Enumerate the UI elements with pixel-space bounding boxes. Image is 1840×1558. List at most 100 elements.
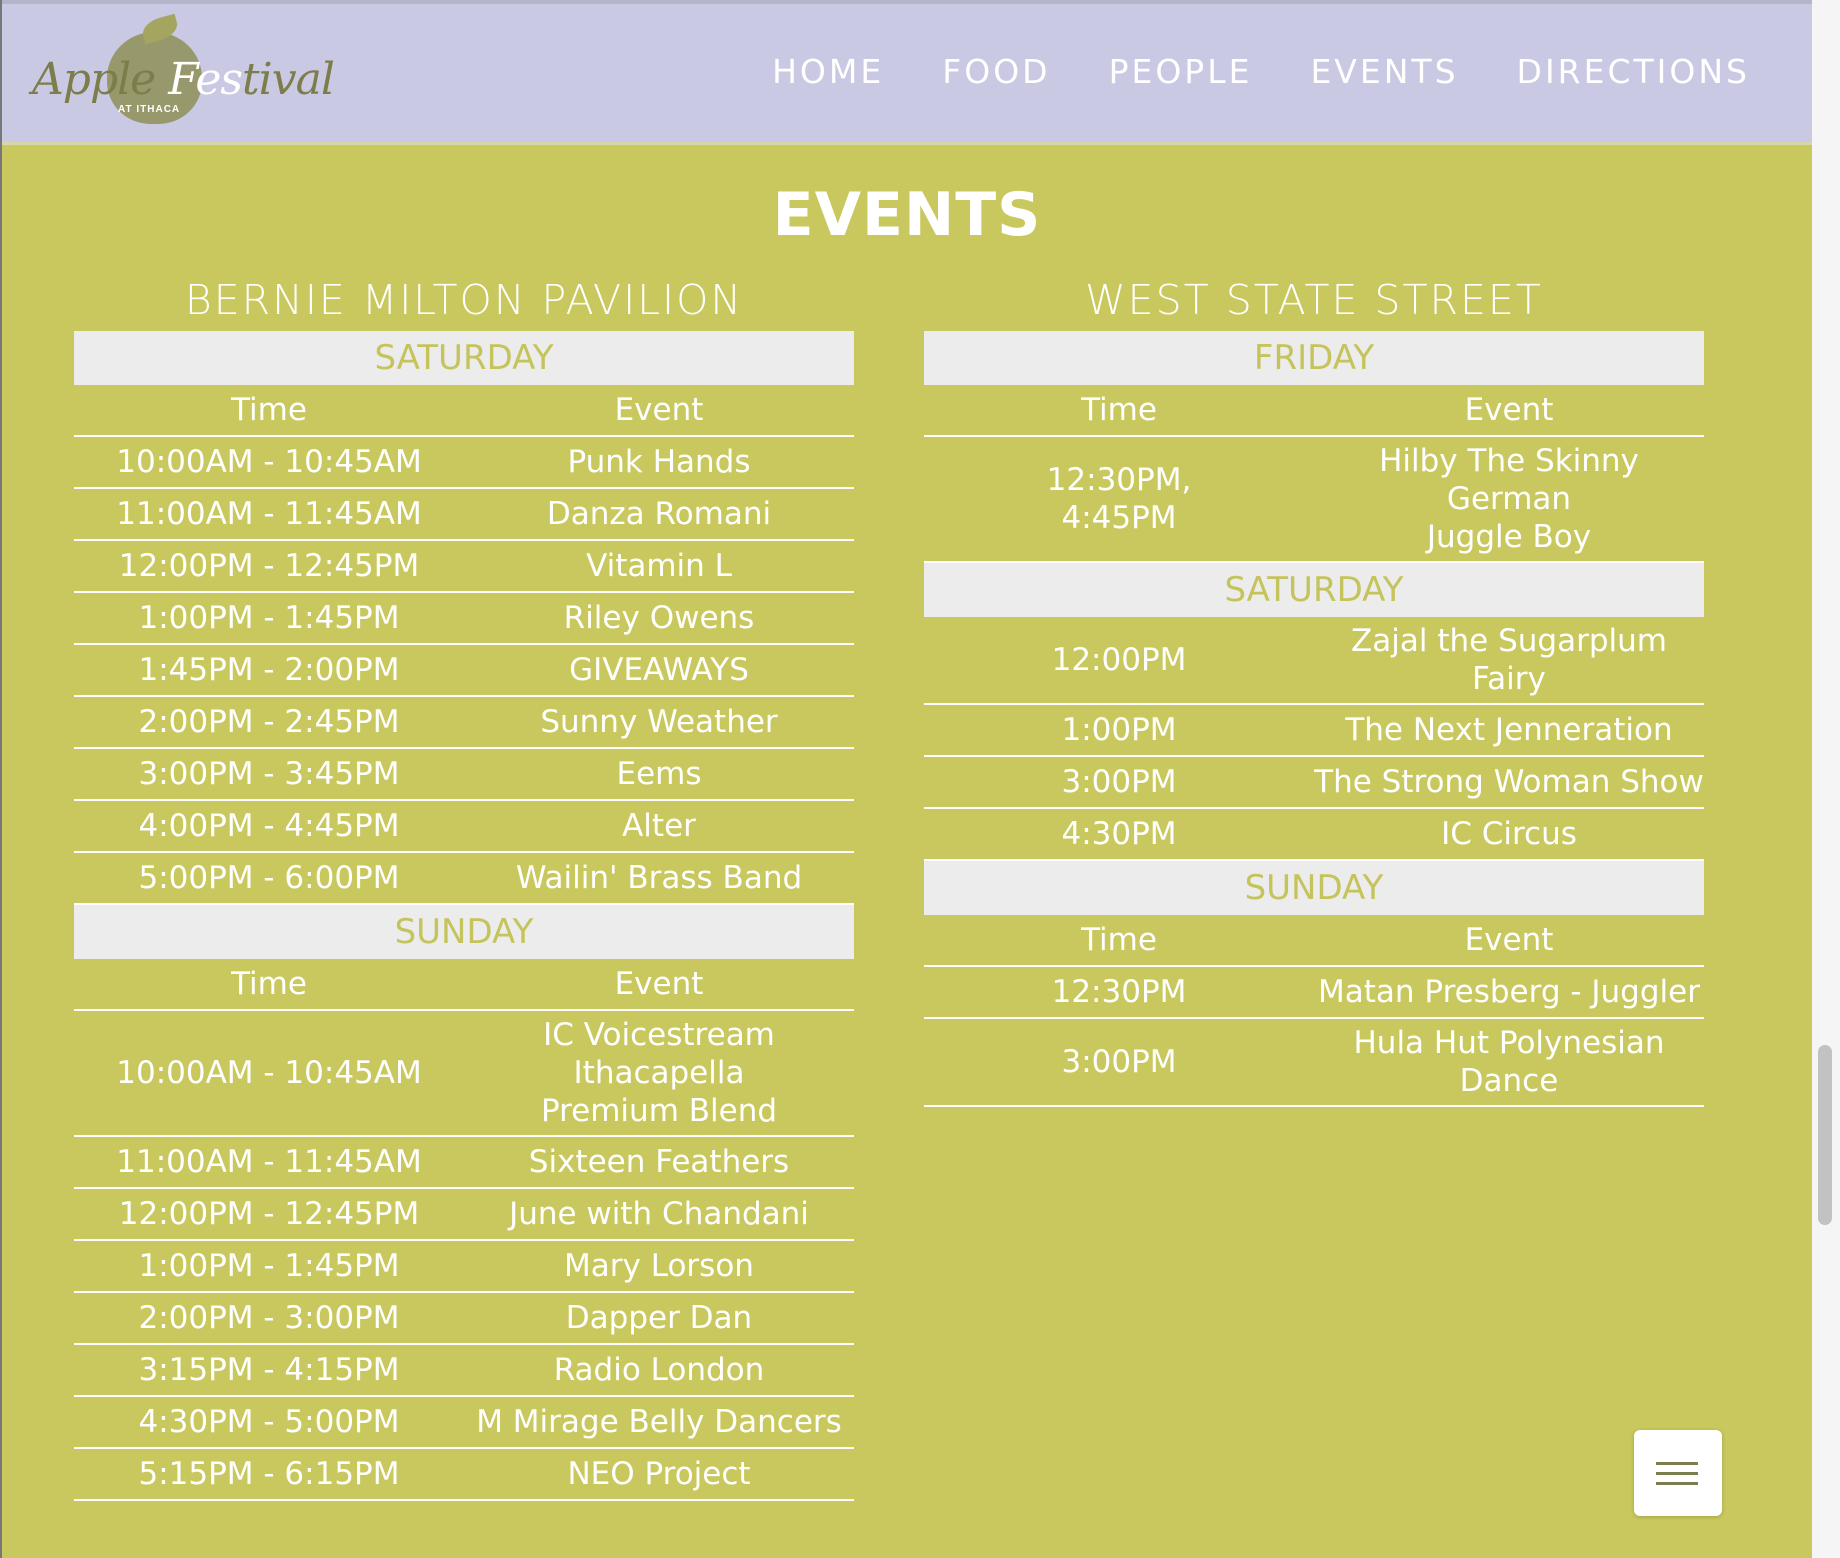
time-column-label: Time: [1081, 392, 1157, 428]
browser-viewport: Apple Festival AT ITHACA HOME FOOD PEOPL…: [0, 0, 1812, 1558]
schedule-row: 2:00PM - 2:45PM Sunny Weather: [74, 697, 854, 749]
schedule-column-header: Time Event: [74, 959, 854, 1011]
event-time: 3:15PM - 4:15PM: [138, 1352, 400, 1388]
event-column-label: Event: [1464, 392, 1554, 428]
schedule-row: 4:00PM - 4:45PM Alter: [74, 801, 854, 853]
schedule-row: 12:30PM, 4:45PM Hilby The Skinny German J…: [924, 437, 1704, 563]
schedule-row: 1:00PM The Next Jenneration: [924, 705, 1704, 757]
nav-people[interactable]: PEOPLE: [1109, 52, 1253, 91]
nav-directions[interactable]: DIRECTIONS: [1517, 52, 1750, 91]
event-time: 3:00PM - 3:45PM: [138, 756, 400, 792]
schedule-row: 5:15PM - 6:15PM NEO Project: [74, 1449, 854, 1501]
event-time: 3:00PM: [1061, 1044, 1177, 1080]
event-time: 1:00PM: [1061, 712, 1177, 748]
event-time: 10:00AM - 10:45AM: [116, 444, 422, 480]
event-time: 5:00PM - 6:00PM: [138, 860, 400, 896]
day-header-saturday: SATURDAY: [74, 331, 854, 385]
nav-top-strip: [2, 0, 1812, 4]
schedule-row: 12:00PM - 12:45PM Vitamin L: [74, 541, 854, 593]
event-time: 2:00PM - 3:00PM: [138, 1300, 400, 1336]
event-time: 5:15PM - 6:15PM: [138, 1456, 400, 1492]
time-column-label: Time: [231, 392, 307, 428]
event-name: Riley Owens: [563, 600, 755, 636]
event-name: Vitamin L: [586, 548, 732, 584]
event-name: Hula Hut Polynesian Dance: [1353, 1025, 1665, 1099]
schedule-column-header: Time Event: [924, 385, 1704, 437]
nav-home[interactable]: HOME: [772, 52, 884, 91]
schedule-row: 3:00PM The Strong Woman Show: [924, 757, 1704, 809]
nav-food[interactable]: FOOD: [942, 52, 1050, 91]
site-logo[interactable]: Apple Festival AT ITHACA: [32, 13, 335, 128]
event-name: Sixteen Feathers: [528, 1144, 790, 1180]
event-time: 11:00AM - 11:45AM: [116, 1144, 422, 1180]
event-time: 10:00AM - 10:45AM: [116, 1055, 422, 1091]
event-time: 2:00PM - 2:45PM: [138, 704, 400, 740]
event-time: 4:30PM - 5:00PM: [138, 1404, 400, 1440]
scrollbar-thumb[interactable]: [1818, 1045, 1832, 1225]
schedule-row: 1:00PM - 1:45PM Riley Owens: [74, 593, 854, 645]
event-time: 12:00PM - 12:45PM: [118, 548, 420, 584]
event-name: The Strong Woman Show: [1314, 764, 1704, 800]
event-name: Sunny Weather: [540, 704, 778, 740]
schedule-row: 10:00AM - 10:45AM IC Voicestream Ithacape…: [74, 1011, 854, 1137]
event-time: 3:00PM: [1061, 764, 1177, 800]
event-column-label: Event: [614, 392, 704, 428]
event-name: M Mirage Belly Dancers: [476, 1404, 842, 1440]
event-time: 12:00PM - 12:45PM: [118, 1196, 420, 1232]
event-name: Hilby The Skinny German Juggle Boy: [1379, 443, 1639, 555]
event-name: GIVEAWAYS: [569, 652, 749, 688]
time-column-label: Time: [1081, 922, 1157, 958]
scrollbar[interactable]: [1812, 0, 1840, 1558]
event-time: 12:30PM, 4:45PM: [1046, 462, 1192, 536]
event-time: 1:00PM - 1:45PM: [138, 600, 400, 636]
event-time: 1:00PM - 1:45PM: [138, 1248, 400, 1284]
schedule-row: 4:30PM IC Circus: [924, 809, 1704, 861]
schedule-column-header: Time Event: [74, 385, 854, 437]
nav-events[interactable]: EVENTS: [1310, 52, 1458, 91]
event-column-label: Event: [614, 966, 704, 1002]
event-name: June with Chandani: [509, 1196, 809, 1232]
schedule-row: 12:00PM - 12:45PM June with Chandani: [74, 1189, 854, 1241]
venue-west-state-street: WEST STATE STREET FRIDAY Time Event 12:30PM…: [924, 275, 1704, 1107]
venue-title: BERNIE MILTON PAVILION: [184, 276, 744, 324]
page-title: EVENTS: [772, 180, 1042, 250]
event-name: IC Circus: [1441, 816, 1577, 852]
day-header-sunday: SUNDAY: [74, 905, 854, 959]
event-time: 1:45PM - 2:00PM: [138, 652, 400, 688]
schedule-row: 3:00PM - 3:45PM Eems: [74, 749, 854, 801]
event-name: NEO Project: [567, 1456, 751, 1492]
schedule-row: 5:00PM - 6:00PM Wailin' Brass Band: [74, 853, 854, 905]
event-name: The Next Jenneration: [1345, 712, 1673, 748]
event-name: Radio London: [553, 1352, 765, 1388]
event-name: Matan Presberg - Juggler: [1318, 974, 1700, 1010]
event-name: Zajal the Sugarplum Fairy: [1351, 623, 1667, 697]
event-name: IC Voicestream Ithacapella Premium Blend: [540, 1017, 778, 1129]
schedule-row: 10:00AM - 10:45AM Punk Hands: [74, 437, 854, 489]
venue-bernie-milton-pavilion: BERNIE MILTON PAVILION SATURDAY Time Event…: [74, 275, 854, 1501]
event-name: Wailin' Brass Band: [515, 860, 803, 896]
schedule-row: 2:00PM - 3:00PM Dapper Dan: [74, 1293, 854, 1345]
menu-button[interactable]: [1634, 1430, 1722, 1516]
schedule-row: 1:45PM - 2:00PM GIVEAWAYS: [74, 645, 854, 697]
schedule-row: 3:00PM Hula Hut Polynesian Dance: [924, 1019, 1704, 1107]
event-name: Mary Lorson: [564, 1248, 754, 1284]
logo-subtitle: AT ITHACA: [118, 104, 181, 115]
logo-wordmark: Apple Festival: [32, 54, 335, 105]
event-name: Dapper Dan: [565, 1300, 753, 1336]
schedule-row: 4:30PM - 5:00PM M Mirage Belly Dancers: [74, 1397, 854, 1449]
schedule-row: 3:15PM - 4:15PM Radio London: [74, 1345, 854, 1397]
event-name: Punk Hands: [567, 444, 751, 480]
schedule-row: 11:00AM - 11:45AM Danza Romani: [74, 489, 854, 541]
event-time: 12:30PM: [1051, 974, 1187, 1010]
event-time: 4:00PM - 4:45PM: [138, 808, 400, 844]
schedule-row: 11:00AM - 11:45AM Sixteen Feathers: [74, 1137, 854, 1189]
venue-title: WEST STATE STREET: [1085, 276, 1543, 324]
schedule-row: 12:00PM Zajal the Sugarplum Fairy: [924, 617, 1704, 705]
site-navbar: Apple Festival AT ITHACA HOME FOOD PEOPL…: [2, 0, 1812, 145]
schedule-row: 12:30PM Matan Presberg - Juggler: [924, 967, 1704, 1019]
event-column-label: Event: [1464, 922, 1554, 958]
day-header-saturday: SATURDAY: [924, 563, 1704, 617]
event-name: Eems: [616, 756, 702, 792]
time-column-label: Time: [231, 966, 307, 1002]
schedule-column-header: Time Event: [924, 915, 1704, 967]
